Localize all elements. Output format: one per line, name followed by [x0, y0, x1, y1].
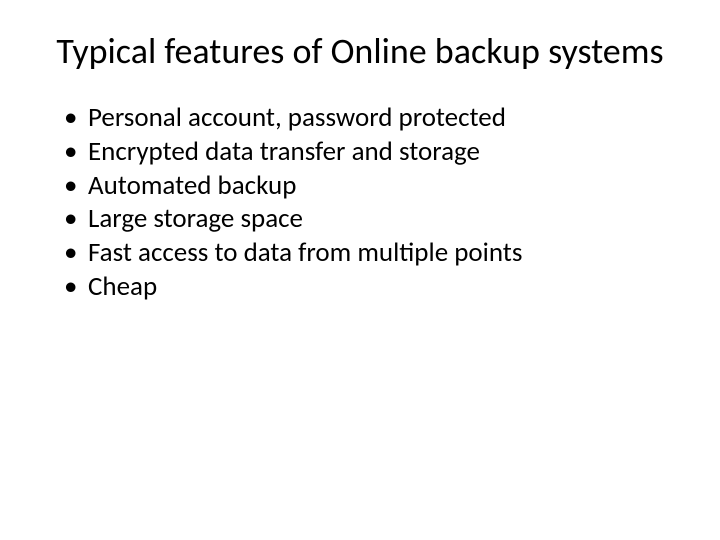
slide-container: Typical features of Online backup system… [0, 0, 720, 540]
bullet-text: Cheap [88, 270, 680, 304]
list-item: • Personal account, password protected [60, 101, 680, 135]
bullet-icon: • [60, 135, 88, 169]
list-item: • Automated backup [60, 169, 680, 203]
bullet-text: Automated backup [88, 169, 680, 203]
bullet-text: Large storage space [88, 202, 680, 236]
bullet-icon: • [60, 101, 88, 135]
slide-title: Typical features of Online backup system… [40, 30, 680, 73]
list-item: • Fast access to data from multiple poin… [60, 236, 680, 270]
bullet-text: Fast access to data from multiple points [88, 236, 680, 270]
bullet-list: • Personal account, password protected •… [40, 101, 680, 304]
list-item: • Cheap [60, 270, 680, 304]
list-item: • Large storage space [60, 202, 680, 236]
bullet-icon: • [60, 236, 88, 270]
bullet-icon: • [60, 202, 88, 236]
bullet-icon: • [60, 169, 88, 203]
bullet-text: Encrypted data transfer and storage [88, 135, 680, 169]
list-item: • Encrypted data transfer and storage [60, 135, 680, 169]
bullet-text: Personal account, password protected [88, 101, 680, 135]
bullet-icon: • [60, 270, 88, 304]
